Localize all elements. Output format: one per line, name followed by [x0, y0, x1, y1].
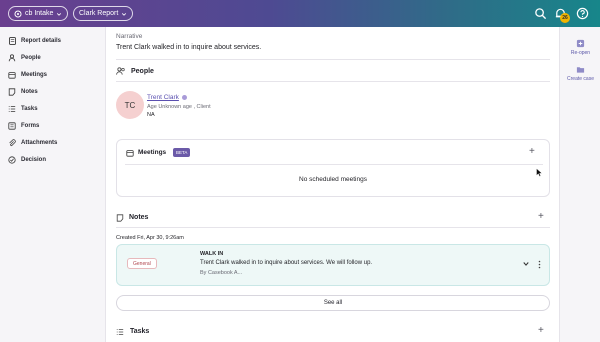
form-icon [8, 122, 16, 130]
more-options-icon[interactable] [538, 260, 541, 269]
sidebar-item-people[interactable]: People [8, 52, 41, 64]
chevron-down-icon [57, 12, 62, 16]
top-bar: cb Intake Clark Report 26 [0, 0, 600, 27]
reopen-label: Re-open [570, 50, 591, 56]
meetings-title: Meetings [138, 149, 167, 156]
calendar-icon [126, 150, 134, 157]
person-details: Age Unknown age , Client [147, 104, 211, 110]
note-title: WALK IN [200, 251, 224, 257]
note-body: Trent Clark walked in to inquire about s… [200, 260, 373, 266]
narrative-label: Narrative [116, 33, 143, 40]
circle-logo-icon [14, 9, 22, 18]
sidebar-item-meetings[interactable]: Meetings [8, 69, 47, 81]
note-icon [116, 214, 124, 222]
sidebar-item-attachments[interactable]: Attachments [8, 137, 57, 149]
meetings-card: Meetings BETA + No scheduled meetings [116, 139, 550, 197]
sidebar-item-label: Report details [21, 38, 62, 44]
people-title: People [131, 68, 154, 75]
people-icon [116, 67, 125, 75]
chevron-down-icon [122, 12, 127, 16]
see-all-button[interactable]: See all [116, 295, 550, 311]
list-icon [8, 105, 16, 113]
list-icon [116, 329, 124, 335]
search-icon[interactable] [534, 7, 547, 20]
sidebar-item-report-details[interactable]: Report details [8, 35, 61, 47]
sidebar-item-notes[interactable]: Notes [8, 86, 38, 98]
note-author: By Casebook A... [200, 270, 243, 276]
decision-icon [8, 156, 16, 164]
people-icon [8, 54, 16, 62]
sidebar: Report details People Meetings Notes Tas… [0, 27, 106, 342]
sidebar-item-tasks[interactable]: Tasks [8, 103, 38, 115]
create-case-label: Create case [567, 76, 594, 82]
tasks-title: Tasks [130, 328, 150, 335]
sidebar-item-label: Attachments [21, 140, 58, 146]
create-case-button[interactable]: Create case [560, 65, 600, 82]
note-category-chip: General [127, 258, 157, 269]
status-dot-icon [182, 95, 187, 100]
intake-switcher[interactable]: cb Intake [8, 6, 69, 21]
note-card[interactable]: General WALK IN Trent Clark walked in to… [116, 244, 550, 286]
reopen-button[interactable]: Re-open [560, 39, 600, 56]
divider [116, 227, 550, 228]
avatar: TC [116, 91, 144, 119]
chevron-down-icon[interactable] [522, 261, 530, 267]
mouse-cursor-icon [536, 168, 543, 177]
note-created-date: Created Fri, Apr 30, 9:26am [116, 235, 184, 241]
notes-title: Notes [129, 214, 149, 221]
sidebar-item-decision[interactable]: Decision [8, 154, 46, 166]
person-extra: NA [147, 112, 155, 118]
divider [116, 81, 550, 82]
help-icon[interactable] [576, 7, 589, 20]
sidebar-item-label: Tasks [21, 106, 38, 112]
note-icon [8, 88, 16, 96]
intake-label: cb Intake [25, 10, 54, 17]
sidebar-item-label: Decision [21, 157, 47, 163]
divider [125, 164, 543, 165]
calendar-icon [8, 71, 16, 79]
sidebar-item-label: Meetings [21, 72, 48, 78]
sidebar-item-label: Forms [21, 123, 40, 129]
reopen-icon [576, 39, 585, 48]
beta-badge: BETA [173, 148, 191, 157]
add-meeting-button[interactable]: + [529, 147, 535, 157]
report-switcher[interactable]: Clark Report [73, 6, 134, 21]
action-bar: Re-open Create case [559, 27, 600, 342]
empty-meetings-text: No scheduled meetings [299, 176, 367, 183]
sidebar-item-label: People [21, 55, 41, 61]
report-label: Clark Report [79, 10, 119, 17]
sidebar-item-forms[interactable]: Forms [8, 120, 39, 132]
sidebar-item-label: Notes [21, 89, 38, 95]
folder-icon [576, 67, 585, 73]
paperclip-icon [8, 139, 16, 147]
add-task-button[interactable]: + [538, 326, 544, 336]
divider [116, 59, 550, 60]
main-content: Narrative Trent Clark walked in to inqui… [106, 27, 559, 342]
document-icon [8, 37, 16, 45]
narrative-text: Trent Clark walked in to inquire about s… [116, 44, 262, 51]
add-note-button[interactable]: + [538, 212, 544, 222]
person-name-link[interactable]: Trent Clark [147, 94, 179, 101]
notification-badge: 26 [560, 13, 570, 23]
